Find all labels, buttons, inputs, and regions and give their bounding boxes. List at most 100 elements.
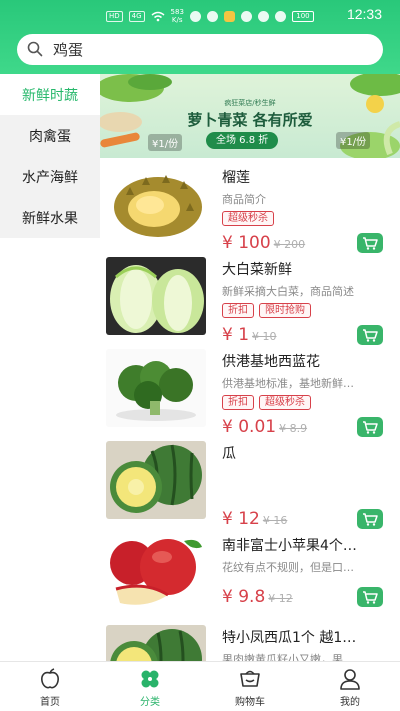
product-image[interactable] [106,441,206,519]
cart-icon [363,512,378,526]
home-icon [41,668,59,689]
sidebar-item-label: 水产海鲜 [22,169,78,186]
product-item[interactable]: 南非富士小苹果4个… 花纹有点不规则，但是口… ¥ 9.8 ¥ 12 [100,529,400,615]
banner-title: 萝卜青菜 各有所爱 [187,111,313,129]
tag-flash-sale: 超级秒杀 [222,211,274,226]
tag-discount: 折扣 [222,395,254,410]
banner-price-left: ¥1/份 [148,134,183,151]
network-tag: HD [106,10,123,22]
add-to-cart-button[interactable] [357,587,383,607]
tag-discount: 折扣 [222,303,254,318]
add-to-cart-button[interactable] [357,233,383,253]
cart-icon [240,670,260,687]
product-image[interactable] [106,349,206,427]
product-description: 新鲜采摘大白菜，商品简述 [222,285,354,298]
price-row: ¥ 100 ¥ 200 [222,233,305,253]
wifi-icon [151,11,165,21]
search-status-icon [206,10,218,22]
add-to-cart-button[interactable] [357,417,383,437]
product-price: ¥ 9.8 [222,587,266,607]
sidebar-item-vegetables[interactable]: 新鲜时蔬 [0,74,100,115]
product-list: 榴莲 商品简介 超级秒杀 ¥ 100 ¥ 200 大白菜新鲜 新鲜采摘大白菜，商… [100,158,400,661]
tab-profile[interactable]: 我的 [300,662,400,711]
status-bar: HD 4G 583 K/s 100 12:33 [0,0,400,28]
search-icon [27,41,43,57]
product-image[interactable] [106,533,206,611]
bottom-nav: 首页 分类 购物车 我的 [0,661,400,711]
banner-discount: 全场 6.8 折 [206,132,279,149]
product-description: 花纹有点不规则，但是口… [222,561,354,574]
product-tags: 折扣 限时抢购 [222,303,311,318]
product-name: 瓜 [222,446,236,462]
header: HD 4G 583 K/s 100 12:33 鸡蛋 [0,0,400,74]
sidebar-item-label: 新鲜水果 [22,210,78,227]
search-bar[interactable]: 鸡蛋 [17,34,383,65]
tab-label: 首页 [40,697,60,708]
product-image[interactable] [106,257,206,335]
product-name: 供港基地西蓝花 [222,354,320,370]
sidebar-item-label: 肉禽蛋 [29,128,71,145]
tag-flash-sale: 超级秒杀 [259,395,311,410]
product-old-price: ¥ 10 [252,330,277,343]
product-description: 供港基地标准，基地新鲜… [222,377,354,390]
banner-subtitle: 疯狂菜店/秒生鲜 [224,99,276,107]
status-icons: 100 [189,10,314,22]
category-sidebar: 新鲜时蔬 肉禽蛋 水产海鲜 新鲜水果 [0,74,100,238]
product-price: ¥ 1 [222,325,250,345]
tag-limited-time: 限时抢购 [259,303,311,318]
cart-icon [363,328,378,342]
eye-icon [240,10,252,22]
network-speed: 583 K/s [170,8,184,24]
sidebar-item-meat-eggs[interactable]: 肉禽蛋 [0,115,100,156]
tab-category[interactable]: 分类 [100,662,200,711]
product-description: 果肉嫩黄瓜籽小又嫩，果… [222,653,354,661]
cart-icon [363,420,378,434]
product-old-price: ¥ 200 [273,238,306,251]
tab-label: 我的 [340,697,360,708]
sidebar-item-fruits[interactable]: 新鲜水果 [0,197,100,238]
product-item[interactable]: 大白菜新鲜 新鲜采摘大白菜，商品简述 折扣 限时抢购 ¥ 1 ¥ 10 [100,253,400,345]
price-row: ¥ 9.8 ¥ 12 [222,587,293,607]
product-item[interactable]: 榴莲 商品简介 超级秒杀 ¥ 100 ¥ 200 [100,161,400,253]
category-icon [141,670,159,688]
clock: 12:33 [346,6,382,22]
app-icon [223,10,235,22]
tab-cart[interactable]: 购物车 [200,662,300,711]
product-image[interactable] [106,165,206,243]
cart-icon [363,590,378,604]
product-description: 商品简介 [222,193,266,206]
product-price: ¥ 12 [222,509,260,529]
mute-icon [274,10,286,22]
product-name: 榴莲 [222,170,250,186]
notification-icon [189,10,201,22]
search-input[interactable]: 鸡蛋 [53,39,83,60]
add-to-cart-button[interactable] [357,325,383,345]
product-item[interactable]: 特小凤西瓜1个 越1… 果肉嫩黄瓜籽小又嫩，果… [100,621,400,661]
tab-label: 分类 [140,697,160,708]
product-price: ¥ 0.01 [222,417,277,437]
product-name: 特小凤西瓜1个 越1… [222,630,357,646]
product-image[interactable] [106,625,206,661]
product-item[interactable]: 瓜 ¥ 12 ¥ 16 [100,437,400,529]
cart-icon [363,236,378,250]
sidebar-item-seafood[interactable]: 水产海鲜 [0,156,100,197]
product-tags: 折扣 超级秒杀 [222,395,311,410]
battery-icon: 100 [291,10,314,22]
profile-icon [340,669,360,690]
alarm-icon [257,10,269,22]
product-item[interactable]: 供港基地西蓝花 供港基地标准，基地新鲜… 折扣 超级秒杀 ¥ 0.01 ¥ 8.… [100,345,400,437]
tab-label: 购物车 [235,697,265,708]
product-old-price: ¥ 8.9 [279,422,308,435]
product-old-price: ¥ 12 [268,592,293,605]
price-row: ¥ 0.01 ¥ 8.9 [222,417,307,437]
promo-banner[interactable]: 疯狂菜店/秒生鲜 萝卜青菜 各有所爱 全场 6.8 折 ¥1/份 ¥1/份 [100,74,400,158]
tab-home[interactable]: 首页 [0,662,100,711]
sidebar-item-label: 新鲜时蔬 [22,87,78,104]
status-left: HD 4G 583 K/s 100 [106,8,314,24]
price-row: ¥ 12 ¥ 16 [222,509,287,529]
product-name: 南非富士小苹果4个… [222,538,357,554]
banner-price-right: ¥1/份 [336,132,371,149]
network-tag: 4G [128,10,145,22]
product-old-price: ¥ 16 [262,514,288,527]
add-to-cart-button[interactable] [357,509,383,529]
